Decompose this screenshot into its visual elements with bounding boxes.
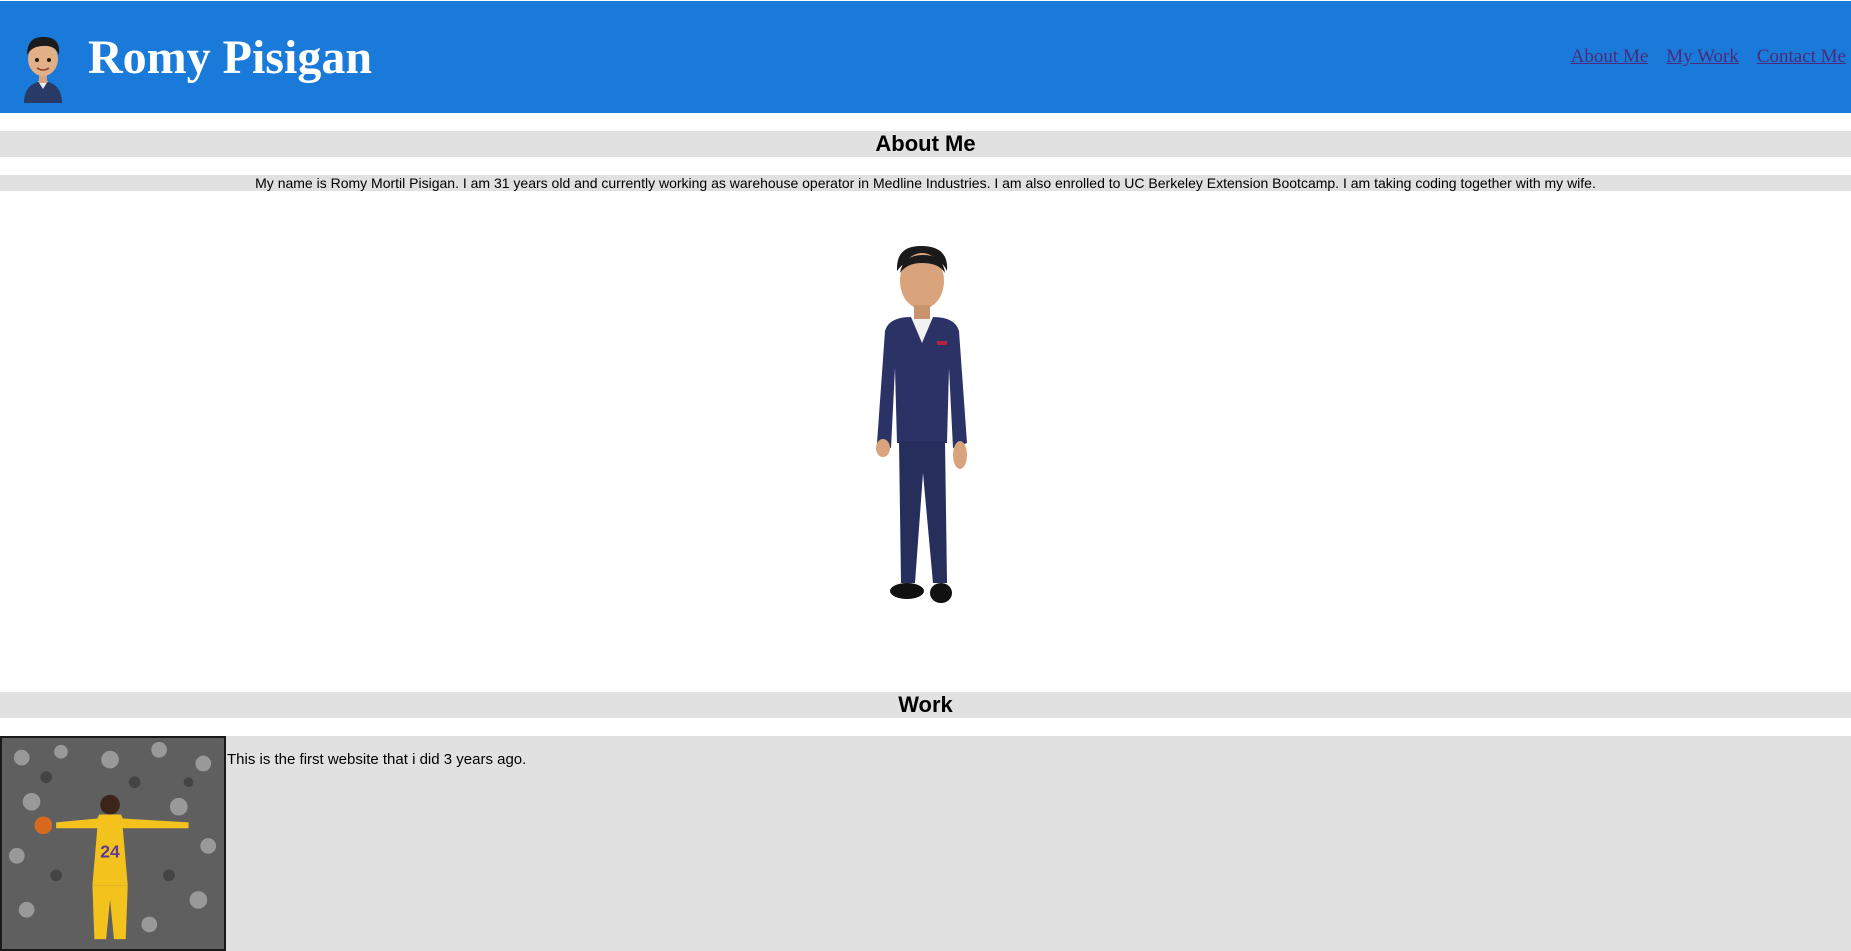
- work-item: 24 This is the first website that i did …: [0, 736, 1851, 951]
- main-nav: About Me My Work Contact Me: [1553, 46, 1846, 68]
- nav-link-about-me[interactable]: About Me: [1571, 46, 1649, 67]
- avatar-full-body: [876, 245, 967, 603]
- about-heading: About Me: [0, 131, 1851, 157]
- nav-link-contact-me[interactable]: Contact Me: [1757, 46, 1846, 67]
- avatar: [24, 36, 62, 103]
- work-thumbnail[interactable]: 24: [0, 736, 226, 951]
- jersey-number: 24: [100, 842, 120, 862]
- page-title: Romy Pisigan: [88, 31, 373, 84]
- nav-link-my-work[interactable]: My Work: [1666, 46, 1739, 67]
- work-description: This is the first website that i did 3 y…: [227, 751, 527, 768]
- about-text: My name is Romy Mortil Pisigan. I am 31 …: [0, 175, 1851, 191]
- site-header: Romy Pisigan About Me My Work Contact Me: [0, 1, 1851, 113]
- work-heading: Work: [0, 692, 1851, 718]
